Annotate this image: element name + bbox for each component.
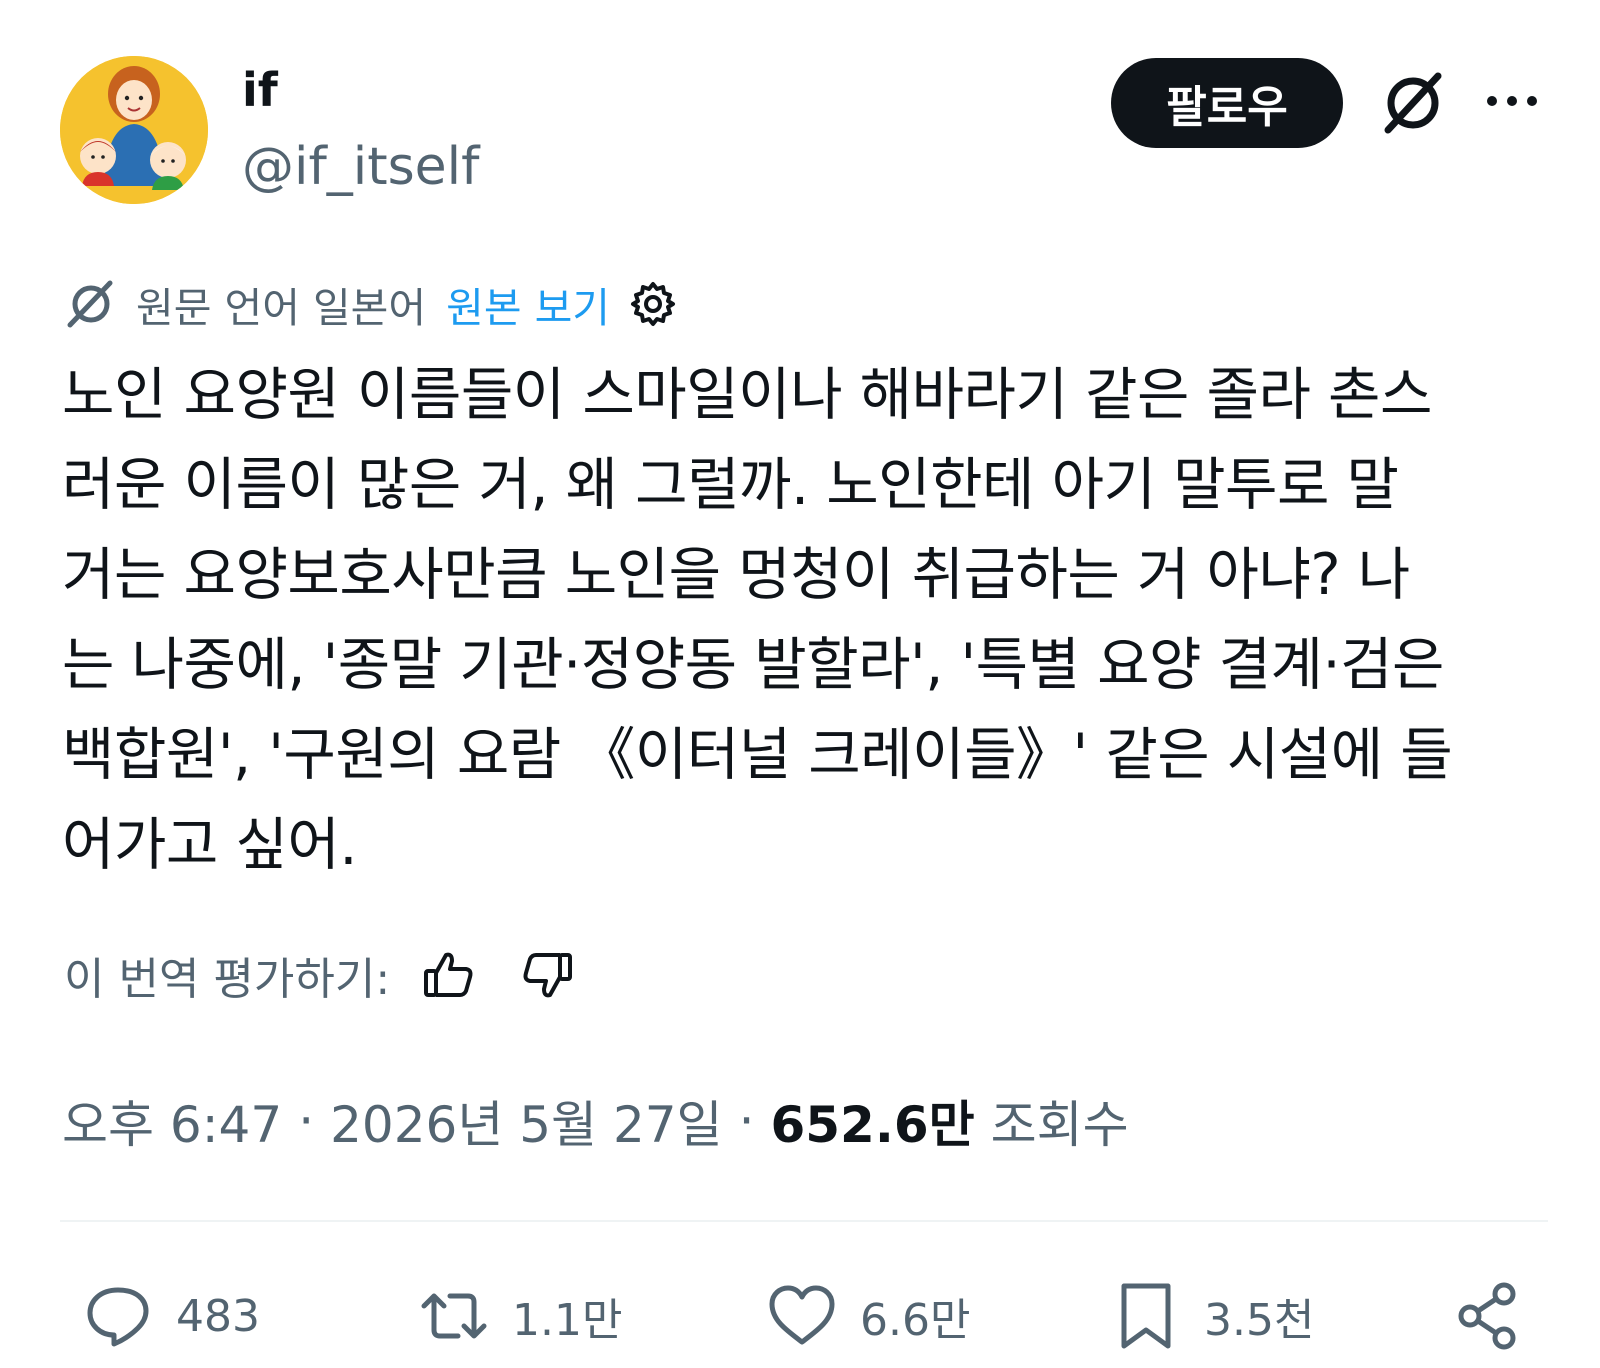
tweet-time[interactable]: 오후 6:47 [62,1085,282,1157]
reply-icon [87,1287,149,1347]
meta-separator: · [738,1092,755,1150]
views-label: 조회수 [990,1096,1129,1154]
follow-button[interactable]: 팔로우 [1111,58,1343,148]
author-handle[interactable]: @if_itself [242,136,479,198]
divider [60,1220,1548,1222]
avatar-illustration [60,56,208,204]
tweet-date[interactable]: 2026년 5월 27일 [330,1085,722,1157]
grok-translate-icon [67,280,113,328]
author-name[interactable]: if [242,62,278,118]
avatar[interactable] [60,56,208,204]
bookmark-button[interactable]: 3.5천 [1110,1276,1314,1356]
rate-translation-label: 이 번역 평가하기: [64,954,391,1005]
retweet-button[interactable]: 1.1만 [418,1276,622,1356]
tweet-meta: 오후 6:47 · 2026년 5월 27일 · 652.6만 조회수 [62,1086,1129,1156]
like-count: 6.6만 [860,1295,971,1346]
source-language-label: 원문 언어 일본어 [136,284,427,332]
like-button[interactable]: 6.6만 [766,1276,970,1356]
retweet-count: 1.1만 [512,1295,623,1346]
retweet-icon [421,1293,487,1339]
translation-bar: 원문 언어 일본어 원본 보기 [64,272,678,336]
more-options-icon[interactable] [1484,88,1540,114]
bookmark-count: 3.5천 [1204,1295,1315,1346]
view-original-link[interactable]: 원본 보기 [446,274,610,334]
views-count: 652.6만 [770,1096,975,1154]
share-button[interactable] [1452,1276,1524,1356]
thumbs-down-icon[interactable] [520,947,576,1003]
bookmark-icon [1121,1283,1171,1349]
thumbs-up-icon[interactable] [420,947,476,1003]
share-icon [1458,1282,1516,1350]
reply-count: 483 [176,1290,260,1342]
rate-translation-row: 이 번역 평가하기: [64,940,576,1010]
meta-separator: · [298,1092,315,1150]
reply-button[interactable]: 483 [82,1276,260,1356]
tweet-text: 노인 요양원 이름들이 스마일이나 해바라기 같은 졸라 촌스 러운 이름이 많… [62,362,1453,878]
gear-icon[interactable] [628,279,678,329]
heart-icon [769,1285,835,1345]
grok-icon[interactable] [1378,68,1448,138]
